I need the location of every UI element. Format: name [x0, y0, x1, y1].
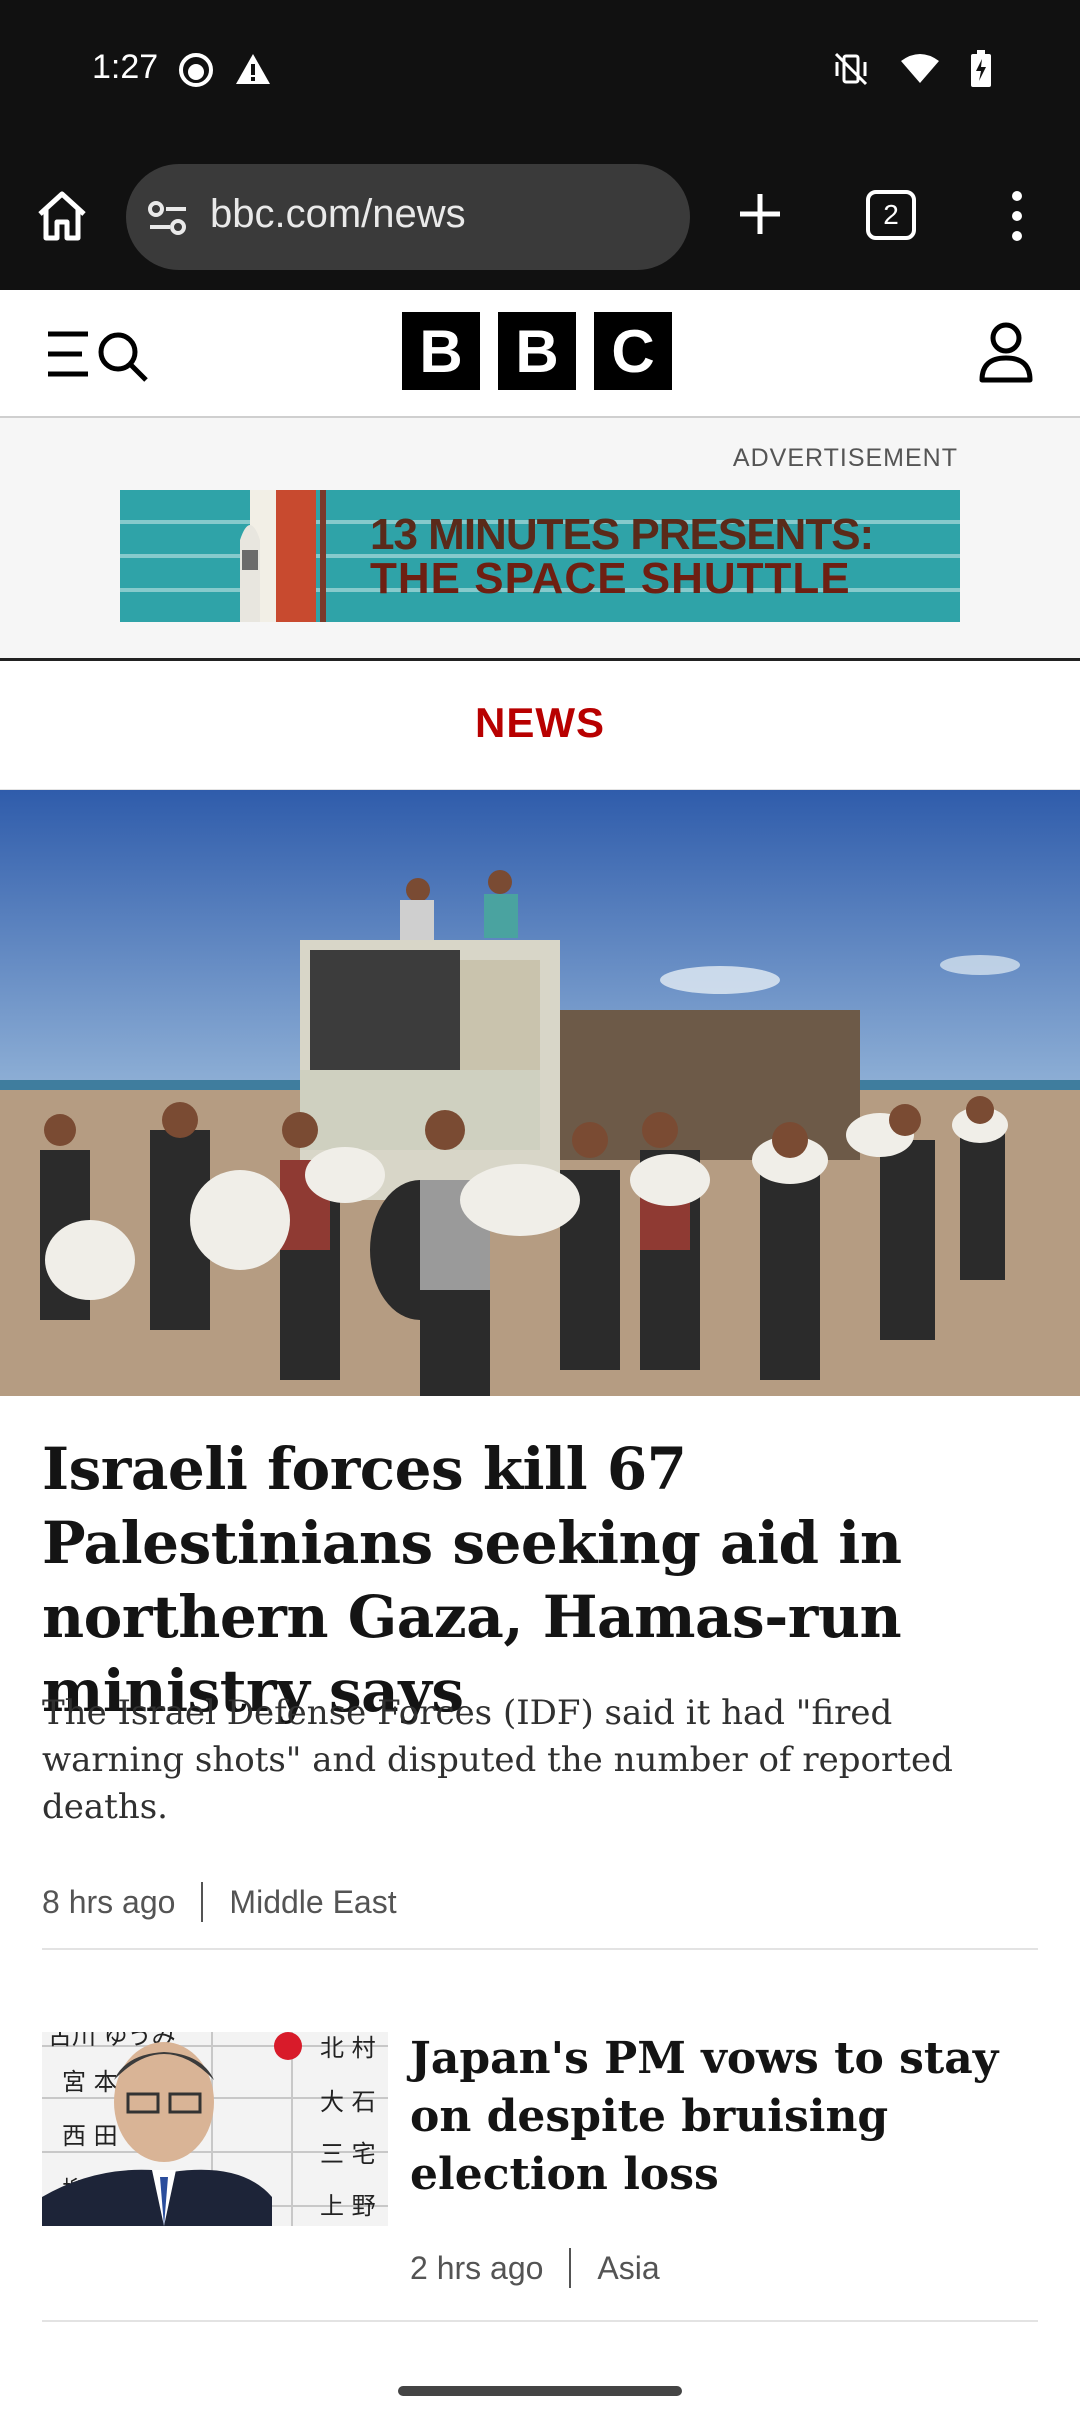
gaza-aid-photo — [0, 790, 1080, 1396]
section-header: NEWS — [0, 661, 1080, 791]
account-icon[interactable] — [978, 320, 1034, 384]
ad-line1: 13 MINUTES PRESENTS: — [370, 510, 874, 559]
status-icons-right — [832, 50, 992, 92]
browser-toolbar: bbc.com/news 2 — [0, 150, 1080, 290]
wifi-icon — [900, 53, 940, 89]
top-story-time: 8 hrs ago — [42, 1883, 176, 1920]
mute-vibrate-icon — [832, 50, 870, 92]
story2-time: 2 hrs ago — [410, 2249, 544, 2286]
bbc-logo-letter: B — [402, 312, 480, 390]
top-story-topic[interactable]: Middle East — [229, 1884, 396, 1921]
story2-meta: 2 hrs ago Asia — [410, 2248, 660, 2288]
bbc-logo-letter: B — [498, 312, 576, 390]
site-header: B B C — [0, 290, 1080, 418]
story2-image[interactable]: 古川 ゆうみ 宮 本 西 田 柳 北 村 大 石 三 宅 上 野 — [42, 2032, 388, 2226]
gesture-handle[interactable] — [398, 2386, 682, 2396]
board-name: 三 宅 — [320, 2140, 376, 2168]
warning-icon — [234, 52, 272, 92]
bbc-logo-letter: C — [594, 312, 672, 390]
battery-charging-icon — [970, 50, 992, 92]
site-settings-icon[interactable] — [146, 196, 190, 240]
board-name: 西 田 — [62, 2122, 118, 2150]
url-bar[interactable]: bbc.com/news — [126, 164, 690, 270]
face-icon — [178, 52, 214, 92]
ad-label: ADVERTISEMENT — [732, 444, 958, 472]
ad-banner[interactable]: 13 MINUTES PRESENTS: THE SPACE SHUTTLE — [120, 490, 960, 622]
bbc-logo[interactable]: B B C — [402, 312, 672, 390]
board-name: 北 村 — [320, 2034, 376, 2062]
story-divider — [42, 2320, 1038, 2322]
top-story-meta: 8 hrs ago Middle East — [42, 1882, 397, 1922]
status-icons-left — [178, 52, 272, 92]
story-divider — [42, 1948, 1038, 1950]
board-name: 宮 本 — [62, 2068, 118, 2096]
top-story-summary: The Israel Defense Forces (IDF) said it … — [42, 1693, 953, 1827]
home-icon[interactable] — [34, 188, 90, 244]
japan-pm-photo: 古川 ゆうみ 宮 本 西 田 柳 北 村 大 石 三 宅 上 野 — [42, 2032, 388, 2226]
top-story-headline[interactable]: Israeli forces kill 67 Palestinians seek… — [42, 1432, 1042, 1728]
url-text[interactable]: bbc.com/news — [210, 192, 466, 237]
status-bar: 1:27 — [0, 0, 1080, 150]
new-tab-icon[interactable] — [732, 186, 788, 242]
top-story-image[interactable] — [0, 790, 1080, 1396]
status-time: 1:27 — [92, 48, 159, 86]
advertisement: ADVERTISEMENT 13 MINUTES PRESENTS: THE S… — [0, 418, 1080, 661]
board-name: 上 野 — [320, 2192, 376, 2220]
board-name: 大 石 — [320, 2088, 376, 2116]
story2-topic[interactable]: Asia — [597, 2250, 659, 2287]
menu-search-icon[interactable] — [46, 326, 152, 382]
tabs-icon[interactable]: 2 — [866, 190, 916, 240]
ad-line2: THE SPACE SHUTTLE — [370, 554, 851, 603]
meta-separator — [569, 2248, 572, 2288]
section-title[interactable]: NEWS — [0, 699, 1080, 747]
space-shuttle-image — [240, 490, 326, 622]
meta-separator — [201, 1882, 204, 1922]
story2-headline[interactable]: Japan's PM vows to stay on despite bruis… — [410, 2030, 1030, 2204]
more-vert-icon[interactable] — [1000, 188, 1034, 244]
